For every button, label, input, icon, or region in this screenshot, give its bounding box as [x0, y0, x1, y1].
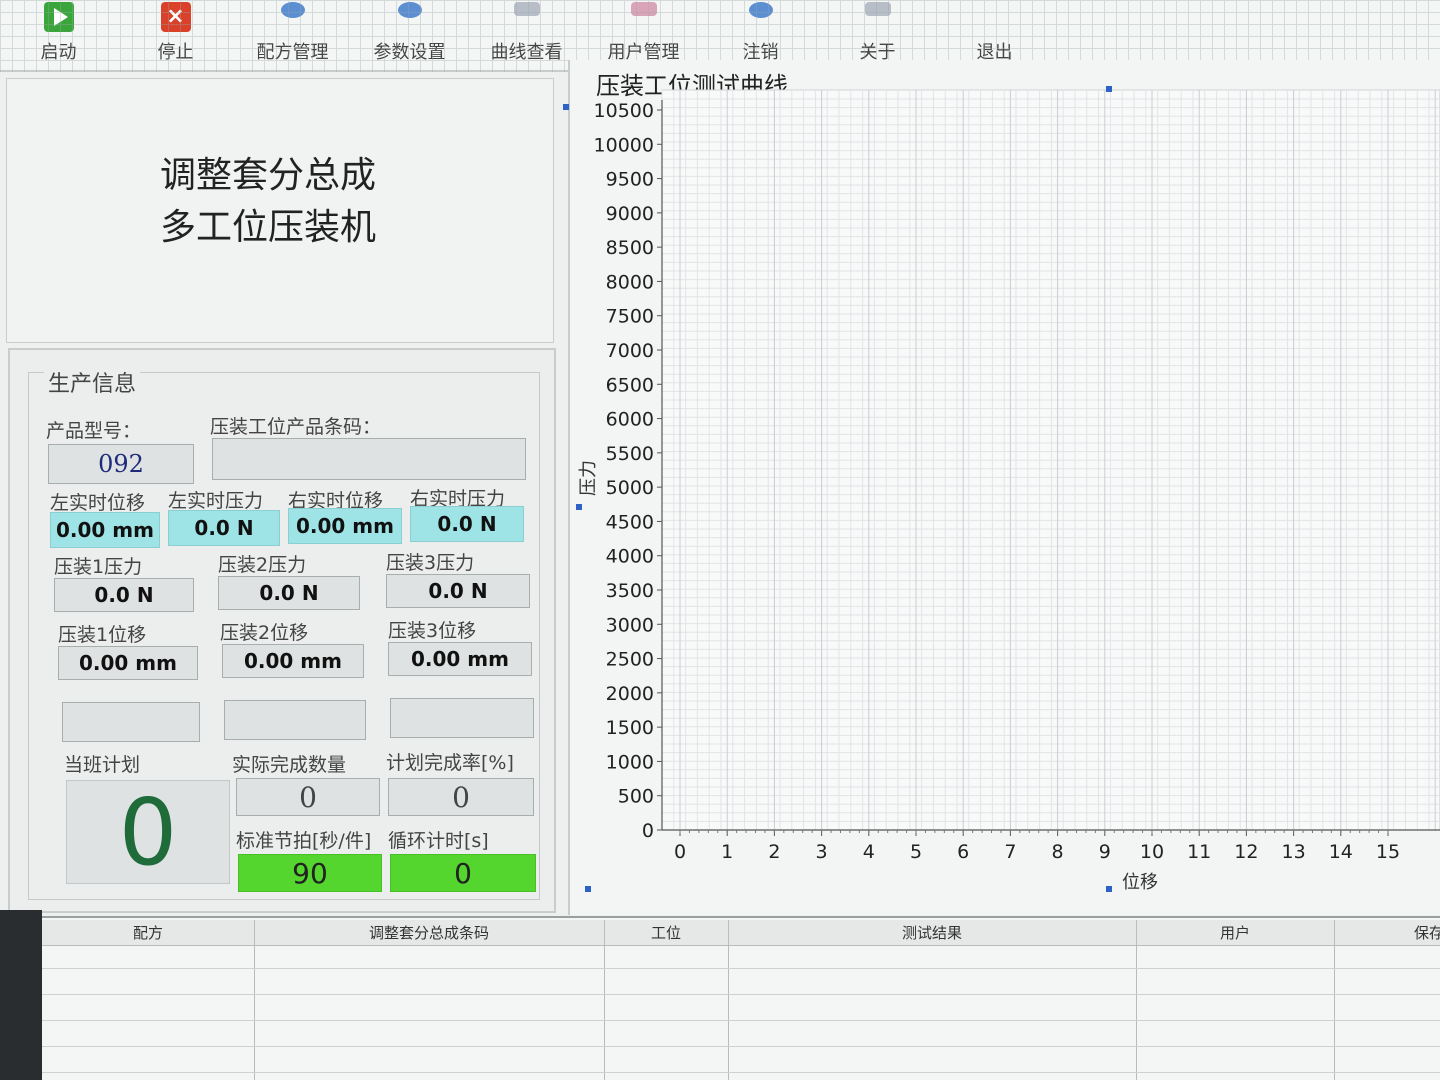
y-tick-label: 5000: [606, 477, 654, 499]
y-tick-label: 2000: [606, 683, 654, 705]
x-tick-label: 2: [768, 841, 780, 863]
selection-handle[interactable]: [563, 104, 569, 110]
x-tick-label: 4: [863, 841, 875, 863]
selection-handle[interactable]: [585, 886, 591, 892]
y-tick-label: 6000: [606, 409, 654, 431]
y-tick-label: 10000: [594, 134, 654, 156]
row-divider: [42, 1020, 1440, 1021]
x-tick-label: 0: [674, 841, 686, 863]
col-divider: [1136, 920, 1137, 1080]
x-tick-label: 5: [910, 841, 922, 863]
col-save[interactable]: 保存: [1334, 922, 1440, 943]
col-station[interactable]: 工位: [604, 922, 728, 943]
y-tick-label: 9500: [606, 169, 654, 191]
row-divider: [42, 994, 1440, 995]
y-tick-label: 8000: [606, 271, 654, 293]
x-tick-label: 3: [816, 841, 828, 863]
row-divider: [42, 1072, 1440, 1073]
x-axis-label: 位移: [1122, 872, 1158, 893]
x-tick-label: 9: [1099, 841, 1111, 863]
y-tick-label: 7000: [606, 340, 654, 362]
y-axis-label: 压力: [578, 460, 599, 496]
y-tick-label: 6500: [606, 374, 654, 396]
y-tick-label: 7500: [606, 306, 654, 328]
window-edge: [0, 910, 42, 1080]
col-divider: [604, 920, 605, 1080]
y-tick-label: 5500: [606, 443, 654, 465]
col-divider: [1334, 920, 1335, 1080]
x-tick-label: 13: [1282, 841, 1306, 863]
x-tick-label: 12: [1234, 841, 1258, 863]
y-tick-label: 8500: [606, 237, 654, 259]
x-tick-label: 7: [1004, 841, 1016, 863]
x-tick-label: 11: [1187, 841, 1211, 863]
x-tick-label: 14: [1329, 841, 1353, 863]
row-divider: [42, 968, 1440, 969]
x-tick-labels: 0 1 2 3 4 5 6 7 8 9 10 11 12 13 14 15: [674, 841, 1400, 863]
y-tick-label: 1500: [606, 717, 654, 739]
col-recipe[interactable]: 配方: [42, 922, 254, 943]
y-tick-label: 3500: [606, 580, 654, 602]
col-divider: [728, 920, 729, 1080]
y-tick-label: 2500: [606, 649, 654, 671]
selection-handle[interactable]: [1106, 886, 1112, 892]
x-tick-label: 10: [1140, 841, 1164, 863]
col-test-result[interactable]: 测试结果: [728, 922, 1136, 943]
chart-grid: [661, 89, 1440, 831]
y-tick-labels: 0 500 1000 1500 2000 2500 3000 3500 4000 4500 5000…: [594, 100, 654, 842]
x-tick-label: 6: [957, 841, 969, 863]
x-tick-label: 1: [721, 841, 733, 863]
y-tick-label: 0: [642, 820, 654, 842]
y-tick-label: 3000: [606, 614, 654, 636]
y-tick-label: 500: [618, 786, 654, 808]
y-tick-label: 4000: [606, 546, 654, 568]
col-user[interactable]: 用户: [1136, 922, 1334, 943]
col-barcode[interactable]: 调整套分总成条码: [254, 922, 604, 943]
y-tick-label: 1000: [606, 751, 654, 773]
y-tick-label: 10500: [594, 100, 654, 122]
y-tick-label: 9000: [606, 203, 654, 225]
selection-handle[interactable]: [1106, 86, 1112, 92]
x-tick-label: 15: [1376, 841, 1400, 863]
x-tick-label: 8: [1052, 841, 1064, 863]
col-divider: [254, 920, 255, 1080]
y-tick-label: 4500: [606, 511, 654, 533]
row-divider: [42, 1046, 1440, 1047]
selection-handle[interactable]: [576, 504, 582, 510]
